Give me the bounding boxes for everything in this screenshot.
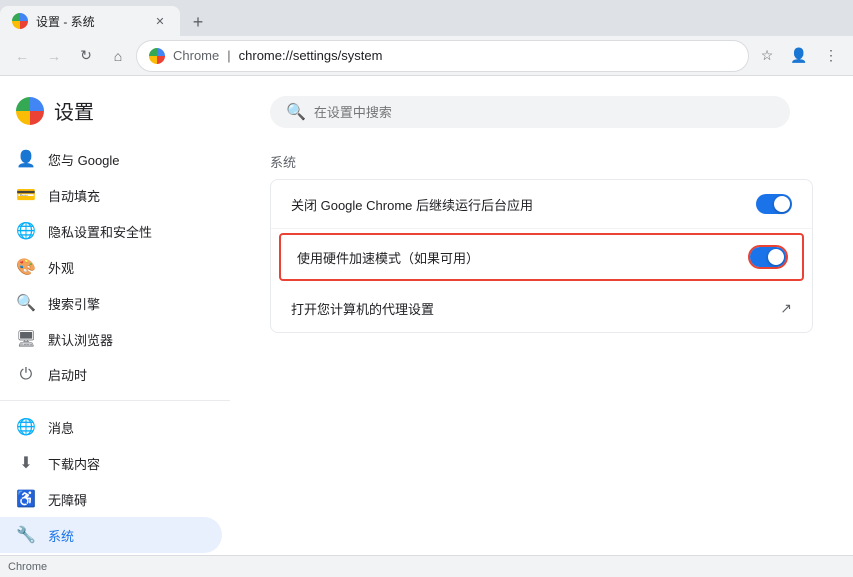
active-tab[interactable]: 设置 - 系统 ✕ — [0, 6, 180, 36]
settings-main: 🔍 系统 关闭 Google Chrome 后继续运行后台应用 使用 — [230, 76, 853, 555]
search-icon: 🔍 — [286, 102, 306, 122]
sidebar-label-accessibility: 无障碍 — [48, 490, 87, 509]
forward-icon: → — [47, 48, 61, 64]
browser-frame: 设置 - 系统 ✕ + ← → ↻ ⌂ Chrome | chrome://se… — [0, 0, 853, 577]
section-title: 系统 — [270, 152, 813, 171]
appearance-icon: 🎨 — [16, 257, 36, 277]
address-brand: Chrome — [173, 48, 219, 63]
hardware-accel-wrapper: 使用硬件加速模式（如果可用） — [271, 229, 812, 285]
sidebar-item-browser[interactable]: 🖥 默认浏览器 — [0, 321, 222, 357]
sidebar-label-startup: 启动时 — [48, 365, 87, 384]
tab-close-button[interactable]: ✕ — [152, 13, 168, 29]
refresh-icon: ↻ — [80, 47, 92, 64]
back-icon: ← — [15, 48, 29, 64]
search-engine-icon: 🔍 — [16, 293, 36, 313]
sidebar-item-google-account[interactable]: 👤 您与 Google — [0, 141, 222, 177]
address-bar[interactable]: Chrome | chrome://settings/system — [136, 40, 749, 72]
hardware-accel-label: 使用硬件加速模式（如果可用） — [297, 248, 734, 267]
menu-button[interactable]: ⋮ — [817, 42, 845, 70]
home-icon: ⌂ — [114, 48, 122, 64]
background-run-toggle[interactable] — [756, 194, 792, 214]
bookmark-button[interactable]: ☆ — [753, 42, 781, 70]
setting-row-hardware: 使用硬件加速模式（如果可用） — [279, 233, 804, 281]
sidebar-label-privacy: 隐私设置和安全性 — [48, 222, 152, 241]
toolbar-icons: ☆ 👤 ⋮ — [753, 42, 845, 70]
sidebar-item-startup[interactable]: ⏻ 启动时 — [0, 357, 222, 392]
system-icon: 🔧 — [16, 525, 36, 545]
hardware-accel-slider — [750, 247, 786, 267]
home-button[interactable]: ⌂ — [104, 42, 132, 70]
sidebar-item-privacy[interactable]: 🌐 隐私设置和安全性 — [0, 213, 222, 249]
status-bar: Chrome — [0, 555, 853, 577]
status-text: Chrome — [8, 561, 47, 573]
startup-icon: ⏻ — [16, 366, 36, 384]
tab-bar: 设置 - 系统 ✕ + — [0, 0, 853, 36]
toolbar: ← → ↻ ⌂ Chrome | chrome://settings/syste… — [0, 36, 853, 76]
sidebar-title: 设置 — [54, 96, 94, 125]
sidebar-item-messages[interactable]: 🌐 消息 — [0, 409, 222, 445]
setting-row-proxy: 打开您计算机的代理设置 ↗ — [271, 285, 812, 332]
refresh-button[interactable]: ↻ — [72, 42, 100, 70]
address-separator: | — [227, 48, 230, 63]
search-bar[interactable]: 🔍 — [270, 96, 790, 128]
sidebar-label-downloads: 下载内容 — [48, 454, 100, 473]
sidebar-item-system[interactable]: 🔧 系统 — [0, 517, 222, 553]
forward-button[interactable]: → — [40, 42, 68, 70]
proxy-external-icon[interactable]: ↗ — [780, 300, 792, 317]
sidebar-item-downloads[interactable]: ⬇ 下载内容 — [0, 445, 222, 481]
sidebar-item-search[interactable]: 🔍 搜索引擎 — [0, 285, 222, 321]
address-url: chrome://settings/system — [239, 48, 736, 63]
privacy-icon: 🌐 — [16, 221, 36, 241]
content-area: 设置 👤 您与 Google 💳 自动填充 🌐 隐私设置和安全性 🎨 外观 🔍 … — [0, 76, 853, 555]
default-browser-icon: 🖥 — [16, 329, 36, 349]
downloads-icon: ⬇ — [16, 453, 36, 473]
back-button[interactable]: ← — [8, 42, 36, 70]
sidebar-item-accessibility[interactable]: ♿ 无障碍 — [0, 481, 222, 517]
settings-card: 关闭 Google Chrome 后继续运行后台应用 使用硬件加速模式（如果可用… — [270, 179, 813, 333]
sidebar-label-google-account: 您与 Google — [48, 150, 120, 169]
sidebar-label-appearance: 外观 — [48, 258, 74, 277]
new-tab-button[interactable]: + — [184, 8, 212, 36]
tab-title: 设置 - 系统 — [36, 13, 144, 30]
sidebar-label-messages: 消息 — [48, 418, 74, 437]
sidebar-item-appearance[interactable]: 🎨 外观 — [0, 249, 222, 285]
proxy-label: 打开您计算机的代理设置 — [291, 299, 764, 318]
sidebar-label-system: 系统 — [48, 526, 74, 545]
background-run-label: 关闭 Google Chrome 后继续运行后台应用 — [291, 195, 740, 214]
autofill-icon: 💳 — [16, 185, 36, 205]
search-input[interactable] — [314, 105, 774, 120]
account-button[interactable]: 👤 — [785, 42, 813, 70]
hardware-accel-toggle[interactable] — [750, 247, 786, 267]
sidebar-label-search: 搜索引擎 — [48, 294, 100, 313]
sidebar: 设置 👤 您与 Google 💳 自动填充 🌐 隐私设置和安全性 🎨 外观 🔍 … — [0, 76, 230, 555]
sidebar-header: 设置 — [0, 88, 230, 141]
accessibility-icon: ♿ — [16, 489, 36, 509]
settings-logo — [16, 97, 44, 125]
sidebar-label-browser: 默认浏览器 — [48, 330, 113, 349]
sidebar-item-autofill[interactable]: 💳 自动填充 — [0, 177, 222, 213]
sidebar-divider — [0, 400, 230, 401]
address-favicon — [149, 48, 165, 64]
tab-favicon — [12, 13, 28, 29]
background-run-slider — [756, 194, 792, 214]
google-account-icon: 👤 — [16, 149, 36, 169]
messages-icon: 🌐 — [16, 417, 36, 437]
sidebar-label-autofill: 自动填充 — [48, 186, 100, 205]
setting-row-background: 关闭 Google Chrome 后继续运行后台应用 — [271, 180, 812, 229]
